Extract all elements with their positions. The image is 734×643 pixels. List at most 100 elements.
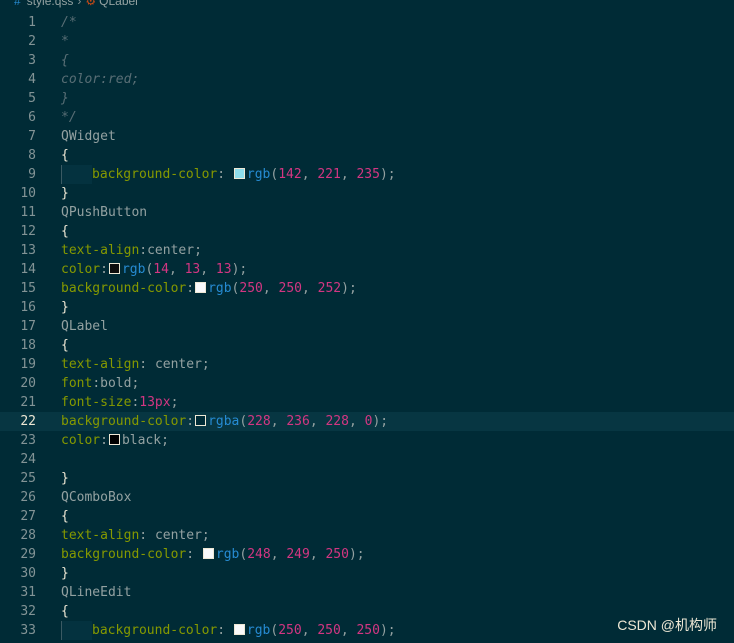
- token-punc: :: [139, 356, 155, 372]
- color-swatch[interactable]: [233, 623, 245, 635]
- code-line[interactable]: 19 text-align: center;: [0, 355, 734, 374]
- indent-guide: [61, 164, 92, 184]
- token-prop: background-color: [92, 622, 218, 638]
- color-swatch[interactable]: [108, 262, 120, 274]
- code-line[interactable]: 9 background-color: rgb(142, 221, 235);: [0, 164, 734, 184]
- code-line[interactable]: 11 QPushButton: [0, 203, 734, 222]
- code-editor[interactable]: 1/* 2 * 3{4 color:red; 5} 6 */7 QWidget 8{9 backgr…: [0, 13, 734, 640]
- code-line[interactable]: 16}: [0, 298, 734, 317]
- token-brace: {: [61, 508, 69, 524]
- chevron-right-icon: ›: [77, 0, 82, 8]
- token-sel: QWidget: [61, 128, 116, 144]
- token-comment: *: [61, 33, 69, 49]
- code-line[interactable]: 1 /*: [0, 13, 734, 32]
- color-swatch[interactable]: [195, 414, 207, 426]
- color-swatch[interactable]: [233, 167, 245, 179]
- token-num: 250: [239, 280, 263, 296]
- line-code: {: [61, 602, 69, 621]
- token-comment: }: [61, 90, 69, 106]
- token-punc: ,: [348, 413, 365, 429]
- code-line[interactable]: 3{: [0, 51, 734, 70]
- line-code: {: [61, 336, 69, 355]
- line-number: 33: [20, 622, 36, 638]
- token-num: 221: [317, 166, 341, 182]
- line-code: /*: [61, 13, 77, 32]
- code-line[interactable]: 8{: [0, 146, 734, 165]
- code-line[interactable]: 5}: [0, 89, 734, 108]
- code-line[interactable]: 29 background-color: rgb(248, 249, 250);: [0, 545, 734, 564]
- token-num: 13: [215, 261, 232, 277]
- code-line[interactable]: 30}: [0, 564, 734, 583]
- indent-guide: [61, 620, 92, 640]
- line-number: 25: [20, 470, 36, 486]
- code-line[interactable]: 17 QLabel: [0, 317, 734, 336]
- breadcrumb: # style.qss › ⚙ QLabel: [0, 0, 734, 10]
- line-number: 22: [20, 413, 36, 429]
- token-punc: ;: [201, 527, 210, 543]
- breadcrumb-symbol[interactable]: QLabel: [99, 0, 138, 8]
- token-prop: text-align: [61, 242, 140, 258]
- code-line[interactable]: 26 QComboBox: [0, 488, 734, 507]
- token-prop: color: [61, 432, 101, 448]
- code-line[interactable]: 21 font-size:13px;: [0, 393, 734, 412]
- token-punc: );: [372, 413, 389, 429]
- code-line[interactable]: 7 QWidget: [0, 127, 734, 146]
- token-brace: {: [61, 337, 69, 353]
- code-line[interactable]: 2 *: [0, 32, 734, 51]
- token-fn: rgb: [215, 546, 240, 562]
- token-prop: background-color: [61, 280, 187, 296]
- code-line[interactable]: 25}: [0, 469, 734, 488]
- token-punc: ,: [301, 622, 318, 638]
- code-line[interactable]: 22 background-color: rgba(228, 236, 228, 0…: [0, 411, 734, 431]
- line-code: background-color: rgb(248, 249, 250);: [61, 545, 365, 564]
- line-number: 17: [20, 318, 36, 334]
- line-number: 3: [28, 52, 36, 68]
- token-num: 142: [278, 166, 302, 182]
- token-punc: :: [100, 432, 108, 448]
- code-line[interactable]: 13 text-align:center;: [0, 241, 734, 260]
- code-line[interactable]: 27 {: [0, 507, 734, 526]
- code-line[interactable]: 4 color:red;: [0, 70, 734, 89]
- code-line[interactable]: 15 background-color: rgb(250, 250, 252);: [0, 279, 734, 298]
- token-prop: font: [61, 375, 93, 391]
- color-swatch[interactable]: [195, 281, 207, 293]
- token-punc: ,: [168, 261, 185, 277]
- line-number: 31: [20, 584, 36, 600]
- token-punc: ;: [201, 356, 210, 372]
- code-line[interactable]: 24: [0, 450, 734, 469]
- line-code: QComboBox: [61, 488, 131, 507]
- token-num: 236: [286, 413, 310, 429]
- token-punc: ,: [200, 261, 216, 277]
- token-punc: :: [139, 242, 148, 258]
- code-line[interactable]: 14 color: rgb(14, 13, 13);: [0, 260, 734, 279]
- line-code: font:bold;: [61, 374, 139, 393]
- token-prop: text-align: [61, 356, 140, 372]
- color-swatch[interactable]: [202, 547, 214, 559]
- watermark: CSDN @机构师: [617, 617, 717, 633]
- breadcrumb-file[interactable]: style.qss: [27, 0, 74, 8]
- token-punc: ,: [340, 622, 357, 638]
- code-line[interactable]: 31 QLineEdit: [0, 583, 734, 602]
- code-line[interactable]: 12 {: [0, 222, 734, 241]
- code-line[interactable]: 23 color: black;: [0, 431, 734, 450]
- token-sel: QLabel: [61, 318, 108, 334]
- line-code: {: [61, 222, 69, 241]
- code-line[interactable]: 10}: [0, 184, 734, 203]
- code-line[interactable]: 20 font:bold;: [0, 374, 734, 393]
- color-swatch[interactable]: [108, 433, 120, 445]
- token-fn: rgba: [208, 413, 240, 429]
- token-num: 248: [247, 546, 271, 562]
- line-code: QWidget: [61, 127, 116, 146]
- code-line[interactable]: 6 */: [0, 108, 734, 127]
- line-number: 9: [28, 166, 36, 182]
- token-num: 250: [278, 622, 302, 638]
- token-punc: ,: [270, 413, 287, 429]
- code-line[interactable]: 18 {: [0, 336, 734, 355]
- line-code: */: [61, 108, 77, 127]
- token-punc: ;: [131, 375, 140, 391]
- token-num: 228: [325, 413, 349, 429]
- token-punc: );: [379, 622, 396, 638]
- code-line[interactable]: 28 text-align: center;: [0, 526, 734, 545]
- line-number: 28: [20, 527, 36, 543]
- line-number: 29: [20, 546, 36, 562]
